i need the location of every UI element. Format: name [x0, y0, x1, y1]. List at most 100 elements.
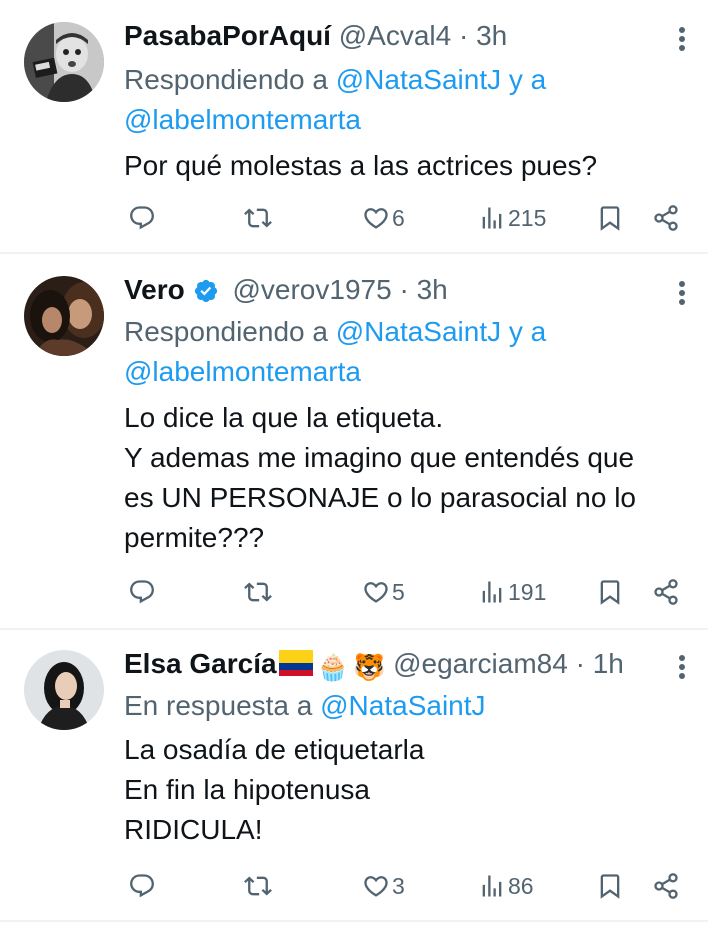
heart-icon	[362, 578, 390, 606]
mention-link[interactable]: @NataSaintJ	[336, 316, 501, 347]
bookmark-button[interactable]	[596, 866, 624, 906]
replying-to: En respuesta a @NataSaintJ	[124, 686, 486, 726]
tweet[interactable]: Vero @verov1975 · 3h Respondiendo a @Nat…	[0, 254, 708, 628]
tweet-header: PasabaPorAquí @Acval4 · 3h	[124, 16, 507, 56]
user-handle[interactable]: @verov1975	[232, 274, 391, 305]
mention-link[interactable]: @labelmontemarta	[124, 104, 361, 135]
like-count: 6	[392, 204, 405, 231]
bookmark-icon	[596, 204, 624, 232]
replying-to-label: En respuesta a	[124, 690, 321, 721]
display-name[interactable]: Vero	[124, 274, 185, 305]
mention-link[interactable]: @NataSaintJ	[320, 690, 485, 721]
avatar-image	[24, 650, 104, 730]
avatar-image	[24, 22, 104, 102]
replying-to-label: Respondiendo a	[124, 316, 336, 347]
timestamp[interactable]: 1h	[593, 648, 624, 679]
tweet[interactable]: Elsa García 🧁 🐯 @egarciam84 · 1h En respue…	[0, 630, 708, 920]
retweet-arrows-icon	[244, 578, 272, 606]
separator-dot: ·	[399, 274, 409, 305]
replying-to-label: Respondiendo a	[124, 64, 336, 95]
like-button[interactable]: 5	[362, 572, 405, 612]
reply-button[interactable]	[128, 866, 156, 906]
more-options-icon[interactable]	[672, 278, 692, 308]
share-button[interactable]	[652, 866, 680, 906]
tweet-text: La osadía de etiquetarla En fin la hipot…	[124, 730, 694, 850]
tweet-text-line: Por qué molestas a las actrices pues?	[124, 150, 598, 181]
share-button[interactable]	[652, 572, 680, 612]
views-button[interactable]: 215	[478, 198, 546, 238]
reply-button[interactable]	[128, 572, 156, 612]
bookmark-button[interactable]	[596, 572, 624, 612]
tweet-text-line: Y ademas me imagino que entendés que	[124, 442, 635, 473]
share-nodes-icon	[652, 872, 680, 900]
replying-to: Respondiendo a @NataSaintJ y a @labelmon…	[124, 312, 546, 392]
speech-bubble-icon	[128, 872, 156, 900]
user-handle[interactable]: @Acval4	[339, 20, 451, 51]
like-button[interactable]: 3	[362, 866, 405, 906]
view-count: 215	[508, 204, 547, 231]
tweet-text-line: Lo dice la que la etiqueta.	[124, 402, 444, 433]
tweet-text-line: es UN PERSONAJE o lo parasocial no lo	[124, 482, 636, 513]
tweet-text: Por qué molestas a las actrices pues?	[124, 146, 694, 186]
heart-icon	[362, 204, 390, 232]
view-count: 86	[508, 872, 534, 899]
user-handle[interactable]: @egarciam84	[393, 648, 568, 679]
retweet-arrows-icon	[244, 872, 272, 900]
avatar[interactable]	[24, 650, 104, 730]
tweet-text-line: RIDICULA!	[124, 814, 263, 845]
tweet-header: Elsa García 🧁 🐯 @egarciam84 · 1h	[124, 644, 624, 684]
share-nodes-icon	[652, 204, 680, 232]
tweet-text-line: La osadía de etiquetarla	[124, 734, 425, 765]
action-bar: 3 86	[124, 866, 694, 906]
retweet-button[interactable]	[244, 198, 272, 238]
more-options-icon[interactable]	[672, 24, 692, 54]
cupcake-icon: 🧁	[316, 652, 349, 682]
verified-badge-icon	[193, 278, 219, 304]
tweet-text: Lo dice la que la etiqueta. Y ademas me …	[124, 398, 694, 558]
tiger-face-icon: 🐯	[352, 652, 386, 682]
speech-bubble-icon	[128, 578, 156, 606]
share-nodes-icon	[652, 578, 680, 606]
speech-bubble-icon	[128, 204, 156, 232]
replying-to-and: y a	[501, 316, 547, 347]
tweet-header: Vero @verov1975 · 3h	[124, 270, 448, 310]
tweet[interactable]: PasabaPorAquí @Acval4 · 3h Respondiendo …	[0, 0, 708, 252]
heart-icon	[362, 872, 390, 900]
reply-button[interactable]	[128, 198, 156, 238]
timestamp[interactable]: 3h	[476, 20, 507, 51]
avatar[interactable]	[24, 22, 104, 102]
like-count: 3	[392, 872, 405, 899]
separator-dot: ·	[458, 20, 469, 51]
bookmark-icon	[596, 578, 624, 606]
tweet-text-line: permite???	[124, 522, 265, 553]
views-button[interactable]: 191	[478, 572, 546, 612]
more-options-icon[interactable]	[672, 652, 692, 682]
bar-chart-icon	[478, 578, 506, 606]
view-count: 191	[508, 578, 547, 605]
retweet-arrows-icon	[244, 204, 272, 232]
like-button[interactable]: 6	[362, 198, 405, 238]
replying-to: Respondiendo a @NataSaintJ y a @labelmon…	[124, 60, 546, 140]
bar-chart-icon	[478, 872, 506, 900]
avatar[interactable]	[24, 276, 104, 356]
separator-dot: ·	[575, 648, 585, 679]
tweet-text-line: En fin la hipotenusa	[124, 774, 370, 805]
share-button[interactable]	[652, 198, 680, 238]
display-name[interactable]: Elsa García	[124, 648, 277, 679]
display-name[interactable]: PasabaPorAquí	[124, 20, 331, 51]
replying-to-and: y a	[501, 64, 547, 95]
divider	[0, 920, 708, 922]
like-count: 5	[392, 578, 405, 605]
bookmark-icon	[596, 872, 624, 900]
retweet-button[interactable]	[244, 572, 272, 612]
mention-link[interactable]: @labelmontemarta	[124, 356, 361, 387]
avatar-image	[24, 276, 104, 356]
retweet-button[interactable]	[244, 866, 272, 906]
action-bar: 6 215	[124, 198, 694, 238]
views-button[interactable]: 86	[478, 866, 534, 906]
bookmark-button[interactable]	[596, 198, 624, 238]
timestamp[interactable]: 3h	[417, 274, 448, 305]
mention-link[interactable]: @NataSaintJ	[336, 64, 501, 95]
action-bar: 5 191	[124, 572, 694, 612]
bar-chart-icon	[478, 204, 506, 232]
